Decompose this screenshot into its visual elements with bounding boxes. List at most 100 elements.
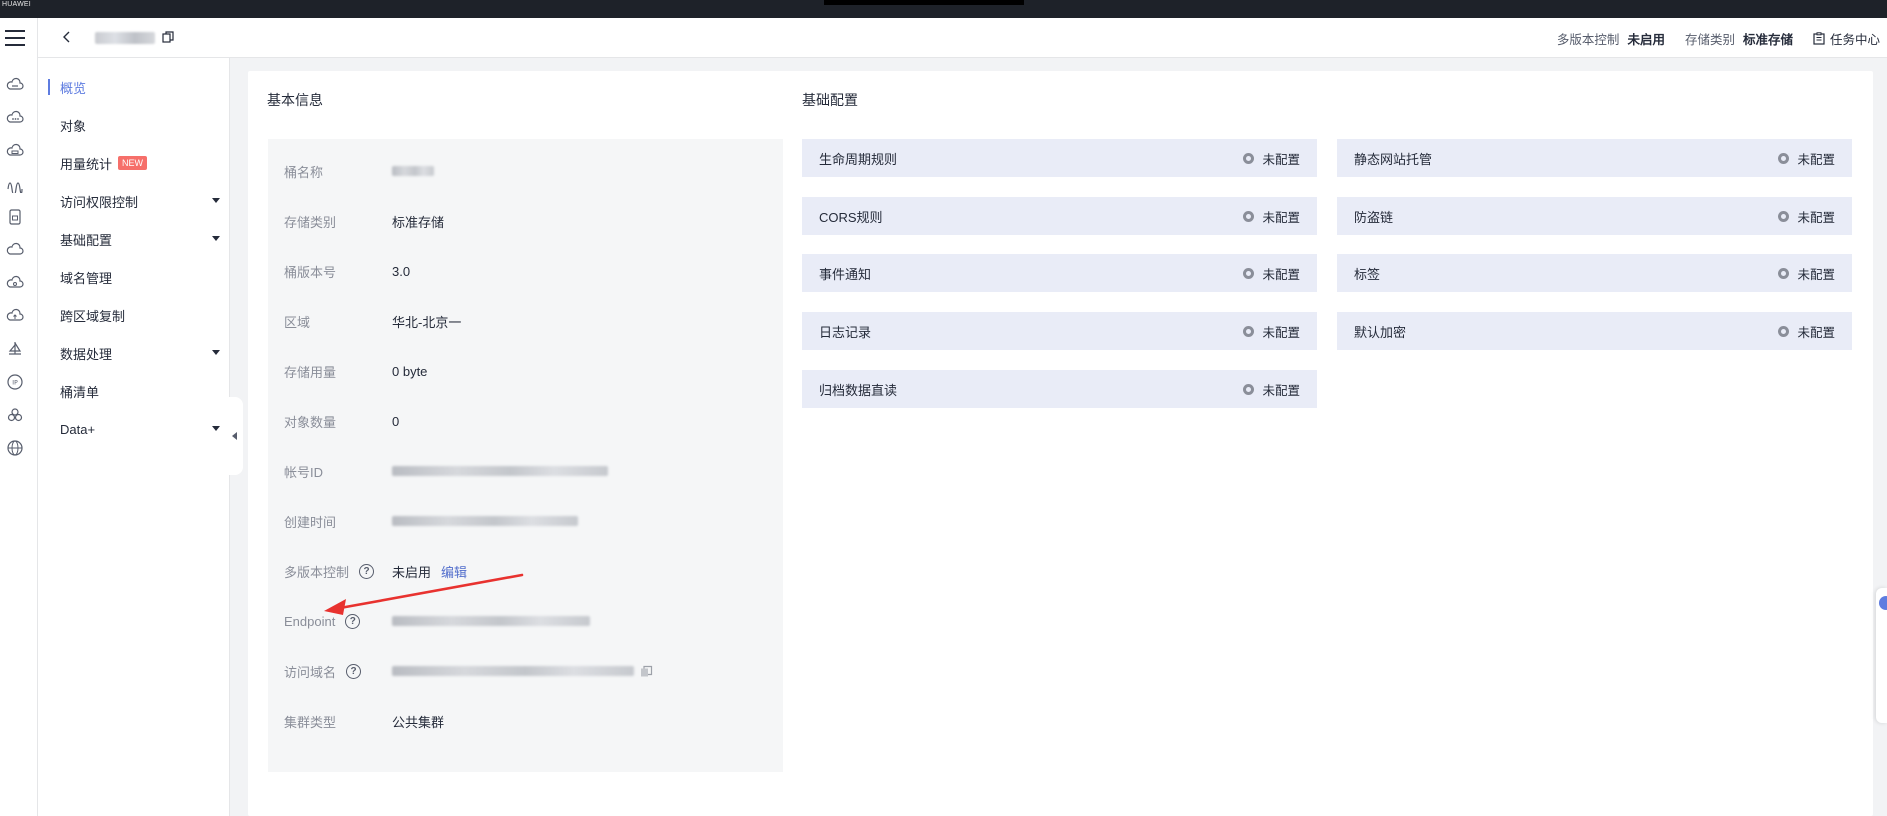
- cloud-storage-icon[interactable]: [6, 76, 24, 94]
- os-title-strip: HUAWEI: [0, 0, 1887, 18]
- info-label: 创建时间: [284, 514, 337, 530]
- config-status: 未配置: [1778, 207, 1835, 226]
- cloud-icon[interactable]: [6, 241, 24, 259]
- config-name: 静态网站托管: [1354, 151, 1433, 167]
- caret-down-icon: [212, 350, 220, 355]
- caret-down-icon: [212, 198, 220, 203]
- cluster-icon[interactable]: [6, 406, 24, 424]
- service-icon-rail: IP: [0, 18, 38, 816]
- floating-assistant-widget[interactable]: [1876, 588, 1887, 723]
- info-row-object-count: 对象数量 0: [284, 411, 764, 431]
- info-label: 集群类型: [284, 714, 337, 730]
- config-name: 标签: [1354, 266, 1381, 282]
- config-name: CORS规则: [819, 209, 883, 225]
- ip-icon[interactable]: IP: [6, 373, 24, 391]
- bucket-name-value-redacted: [392, 166, 434, 176]
- info-value: 标准存储: [392, 214, 445, 230]
- config-card-event-notification[interactable]: 事件通知 未配置: [802, 254, 1317, 292]
- info-row-storage-class: 存储类别 标准存储: [284, 211, 764, 231]
- storage-class-value: 标准存储: [1742, 32, 1793, 47]
- info-label: 帐号ID: [284, 464, 324, 480]
- nav-basic-config[interactable]: 基础配置: [60, 229, 220, 249]
- brand-label: HUAWEI: [2, 1, 31, 8]
- cloud-dots-icon[interactable]: [6, 109, 24, 127]
- config-status: 未配置: [1243, 380, 1300, 399]
- config-card-hotlink-protection[interactable]: 防盗链 未配置: [1337, 197, 1852, 235]
- storage-class-label: 存储类别: [1684, 32, 1735, 47]
- nav-data-plus[interactable]: Data+: [60, 419, 220, 439]
- header-versioning: 多版本控制 未启用: [1557, 29, 1665, 48]
- config-status-text: 未配置: [1262, 383, 1300, 398]
- config-card-default-encryption[interactable]: 默认加密 未配置: [1337, 312, 1852, 350]
- info-row-account-id: 帐号ID: [284, 461, 764, 481]
- globe-icon[interactable]: [6, 439, 24, 457]
- copy-icon[interactable]: [640, 665, 653, 678]
- nav-objects[interactable]: 对象: [60, 115, 220, 135]
- copy-icon[interactable]: [161, 30, 175, 44]
- nav-cross-region-replication[interactable]: 跨区域复制: [60, 305, 220, 325]
- config-status-text: 未配置: [1262, 325, 1300, 340]
- chevron-left-icon[interactable]: [60, 30, 74, 44]
- task-center-label: 任务中心: [1829, 32, 1880, 47]
- nav-label: 对象: [60, 118, 87, 134]
- nav-label: 基础配置: [60, 232, 113, 248]
- nav-label: Data+: [60, 421, 96, 437]
- status-dot-icon: [1778, 152, 1790, 164]
- info-row-storage-usage: 存储用量 0 byte: [284, 361, 764, 381]
- annotation-arrow-icon: [324, 573, 524, 615]
- page-header: 多版本控制 未启用 存储类别 标准存储 任务中心: [38, 18, 1887, 58]
- info-value: 3.0: [392, 263, 411, 279]
- help-icon[interactable]: ?: [346, 663, 362, 679]
- info-row-cluster-type: 集群类型 公共集群: [284, 711, 764, 731]
- config-status: 未配置: [1778, 149, 1835, 168]
- task-center-button[interactable]: 任务中心: [1813, 29, 1880, 48]
- caret-down-icon: [212, 426, 220, 431]
- info-value: 0: [392, 413, 400, 429]
- nav-overview[interactable]: 概览: [48, 77, 220, 97]
- config-status-text: 未配置: [1262, 152, 1300, 167]
- nav-bucket-inventory[interactable]: 桶清单: [60, 381, 220, 401]
- nav-access-control[interactable]: 访问权限控制: [60, 191, 220, 211]
- sidebar-collapse-handle[interactable]: [227, 397, 243, 475]
- info-row-bucket-version: 桶版本号 3.0: [284, 261, 764, 281]
- nav-usage-stats[interactable]: 用量统计 NEW: [60, 153, 220, 173]
- config-status-text: 未配置: [1797, 325, 1835, 340]
- assistant-icon: [1879, 596, 1887, 610]
- config-status: 未配置: [1243, 264, 1300, 283]
- cloud-gear-icon[interactable]: [6, 274, 24, 292]
- config-name: 防盗链: [1354, 209, 1394, 225]
- config-status: 未配置: [1243, 207, 1300, 226]
- nav-data-processing[interactable]: 数据处理: [60, 343, 220, 363]
- info-value: 0 byte: [392, 363, 428, 379]
- cloud-upload-icon[interactable]: [6, 307, 24, 325]
- status-dot-icon: [1778, 210, 1790, 222]
- config-card-logging[interactable]: 日志记录 未配置: [802, 312, 1317, 350]
- config-status: 未配置: [1778, 322, 1835, 341]
- config-status: 未配置: [1243, 322, 1300, 341]
- info-value: 公共集群: [392, 714, 445, 730]
- nav-domain-management[interactable]: 域名管理: [60, 267, 220, 287]
- config-name: 生命周期规则: [819, 151, 898, 167]
- info-label: 访问域名 ?: [284, 662, 392, 681]
- info-value: 华北-北京一: [392, 314, 462, 330]
- nav-label: 桶清单: [60, 384, 100, 400]
- config-name: 日志记录: [819, 324, 872, 340]
- config-card-lifecycle[interactable]: 生命周期规则 未配置: [802, 139, 1317, 177]
- status-dot-icon: [1243, 325, 1255, 337]
- config-card-tags[interactable]: 标签 未配置: [1337, 254, 1852, 292]
- wave-icon[interactable]: [6, 175, 24, 193]
- status-dot-icon: [1243, 383, 1255, 395]
- config-card-archive-direct-read[interactable]: 归档数据直读 未配置: [802, 370, 1317, 408]
- access-domain-value-redacted: [392, 665, 653, 678]
- status-dot-icon: [1778, 325, 1790, 337]
- sailboat-icon[interactable]: [6, 340, 24, 358]
- config-card-cors[interactable]: CORS规则 未配置: [802, 197, 1317, 235]
- config-card-static-website[interactable]: 静态网站托管 未配置: [1337, 139, 1852, 177]
- hamburger-menu-icon[interactable]: [5, 30, 25, 46]
- config-status: 未配置: [1778, 264, 1835, 283]
- status-dot-icon: [1243, 210, 1255, 222]
- info-row-access-domain: 访问域名 ?: [284, 661, 764, 681]
- cloud-disk-icon[interactable]: [6, 142, 24, 160]
- caret-down-icon: [212, 236, 220, 241]
- document-icon[interactable]: [6, 208, 24, 226]
